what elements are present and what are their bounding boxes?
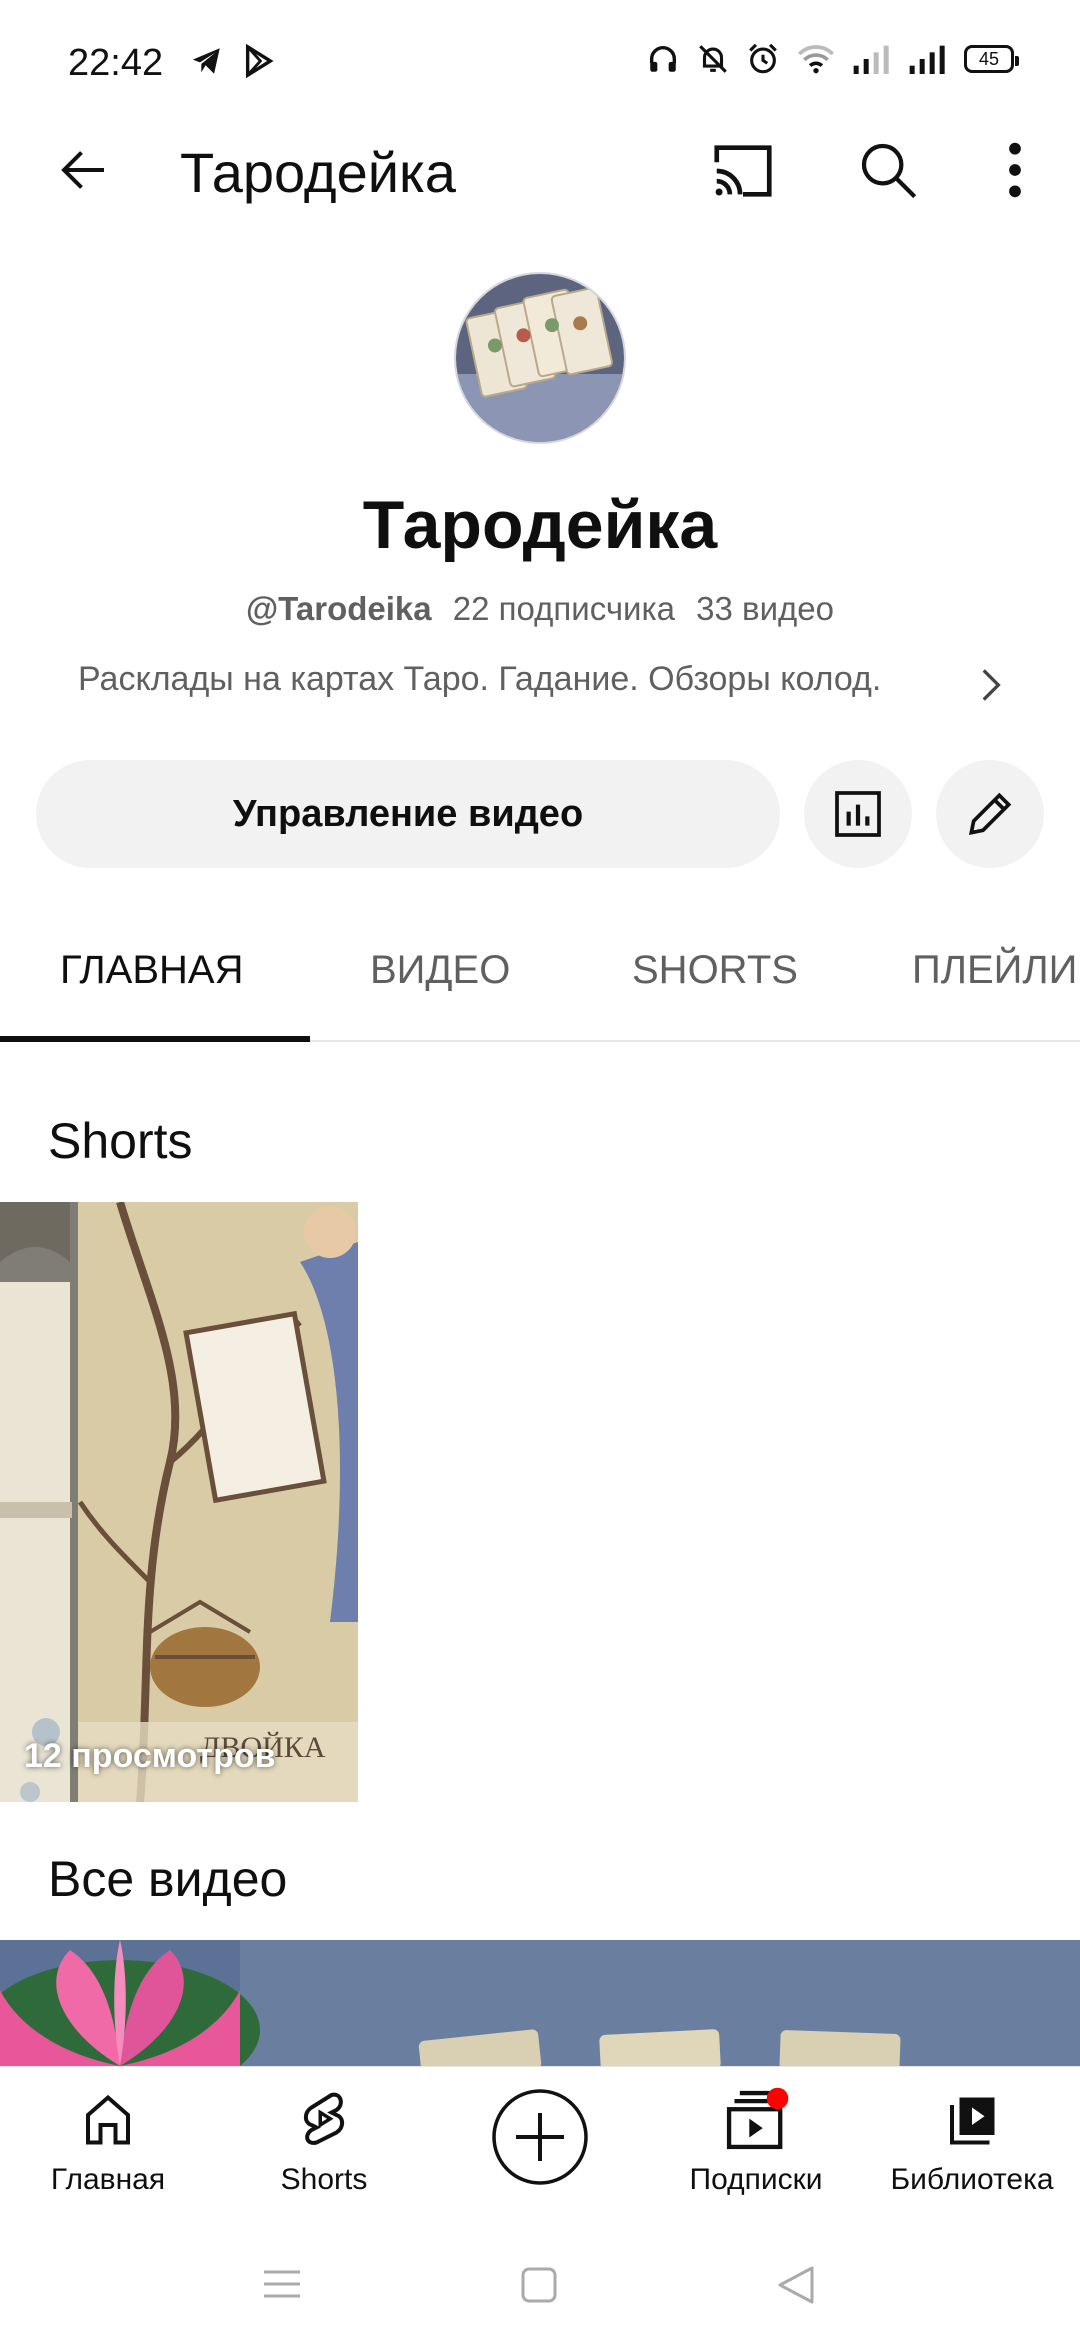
channel-handle: @Tarodeika bbox=[246, 590, 432, 627]
status-time: 22:42 bbox=[68, 42, 164, 84]
nav-shorts[interactable]: Shorts bbox=[224, 2085, 424, 2197]
create-icon[interactable] bbox=[490, 2087, 590, 2187]
edit-channel-button[interactable] bbox=[936, 760, 1044, 868]
nav-home-label: Главная bbox=[50, 2163, 166, 2196]
status-left-icons bbox=[190, 44, 276, 78]
channel-description: Расклады на картах Таро. Гадание. Обзоры… bbox=[78, 660, 882, 698]
tab-home[interactable]: ГЛАВНАЯ bbox=[60, 948, 243, 993]
bell-off-icon bbox=[699, 45, 727, 73]
pencil-icon bbox=[968, 792, 1012, 836]
play-store-icon bbox=[245, 44, 274, 78]
tab-videos[interactable]: ВИДЕО bbox=[370, 948, 510, 993]
video-thumbnail-image bbox=[0, 1940, 1080, 2066]
bottom-navigation: Главная Shorts Подписки Библиотека bbox=[0, 2066, 1080, 2226]
home-square-icon[interactable] bbox=[520, 2266, 558, 2304]
shorts-section-title: Shorts bbox=[48, 1113, 193, 1169]
search-icon[interactable] bbox=[856, 138, 920, 202]
signal-icon bbox=[909, 45, 945, 74]
subscriber-count: 22 подписчика bbox=[452, 590, 675, 627]
nav-subscriptions[interactable]: Подписки bbox=[656, 2085, 856, 2197]
headphones-icon bbox=[649, 46, 677, 72]
shorts-icon bbox=[303, 2092, 345, 2145]
video-thumbnail[interactable] bbox=[0, 1940, 1080, 2066]
all-videos-section-title: Все видео bbox=[48, 1851, 288, 1907]
analytics-button[interactable] bbox=[804, 760, 912, 868]
nav-library[interactable]: Библиотека bbox=[872, 2085, 1072, 2197]
cast-icon[interactable] bbox=[708, 138, 778, 204]
wifi-icon bbox=[798, 45, 834, 74]
status-right-icons: 45 bbox=[646, 42, 1019, 76]
channel-description-row[interactable]: Расклады на картах Таро. Гадание. Обзоры… bbox=[0, 660, 1080, 710]
avatar[interactable] bbox=[454, 272, 626, 444]
nav-home[interactable]: Главная bbox=[8, 2085, 208, 2197]
library-icon bbox=[950, 2097, 995, 2145]
battery-level: 45 bbox=[978, 48, 1000, 69]
system-navigation-bar bbox=[0, 2226, 1080, 2340]
short-view-count: 12 просмотров bbox=[24, 1737, 276, 1775]
short-thumbnail: ДВОЙКА bbox=[0, 1202, 358, 1802]
manage-videos-button[interactable]: Управление видео bbox=[36, 760, 780, 868]
analytics-icon bbox=[835, 791, 881, 837]
channel-meta: @Tarodeika 22 подписчика 33 видео bbox=[0, 590, 1080, 628]
battery-icon: 45 bbox=[964, 45, 1019, 73]
notification-badge bbox=[766, 2087, 789, 2110]
nav-library-label: Библиотека bbox=[890, 2163, 1054, 2196]
more-vert-icon[interactable] bbox=[1000, 138, 1030, 202]
video-count: 33 видео bbox=[696, 590, 834, 627]
nav-shorts-label: Shorts bbox=[280, 2163, 368, 2196]
telegram-icon bbox=[192, 48, 220, 74]
alarm-icon bbox=[749, 43, 777, 74]
nav-subscriptions-label: Подписки bbox=[689, 2163, 823, 2196]
home-icon bbox=[86, 2094, 130, 2145]
status-bar: 22:42 45 bbox=[0, 0, 1080, 130]
channel-tabs: ГЛАВНАЯ ВИДЕО SHORTS ПЛЕЙЛИ bbox=[0, 900, 1080, 1042]
short-card[interactable]: ДВОЙКА 12 просмотров bbox=[0, 1202, 358, 1802]
active-tab-indicator bbox=[0, 1036, 310, 1042]
tab-shorts[interactable]: SHORTS bbox=[632, 948, 798, 993]
chevron-right-icon bbox=[982, 669, 1001, 701]
avatar-image bbox=[456, 274, 624, 442]
channel-name: Тародейка bbox=[362, 487, 718, 563]
subscriptions-icon bbox=[726, 2087, 789, 2150]
tab-playlists[interactable]: ПЛЕЙЛИ bbox=[912, 948, 1077, 993]
signal-icon bbox=[853, 45, 889, 74]
page-title: Тародейка bbox=[180, 141, 456, 204]
menu-icon[interactable] bbox=[262, 2268, 302, 2300]
back-arrow-icon[interactable] bbox=[54, 140, 114, 200]
back-triangle-icon[interactable] bbox=[776, 2264, 816, 2306]
app-bar: Тародейка bbox=[0, 120, 1080, 220]
